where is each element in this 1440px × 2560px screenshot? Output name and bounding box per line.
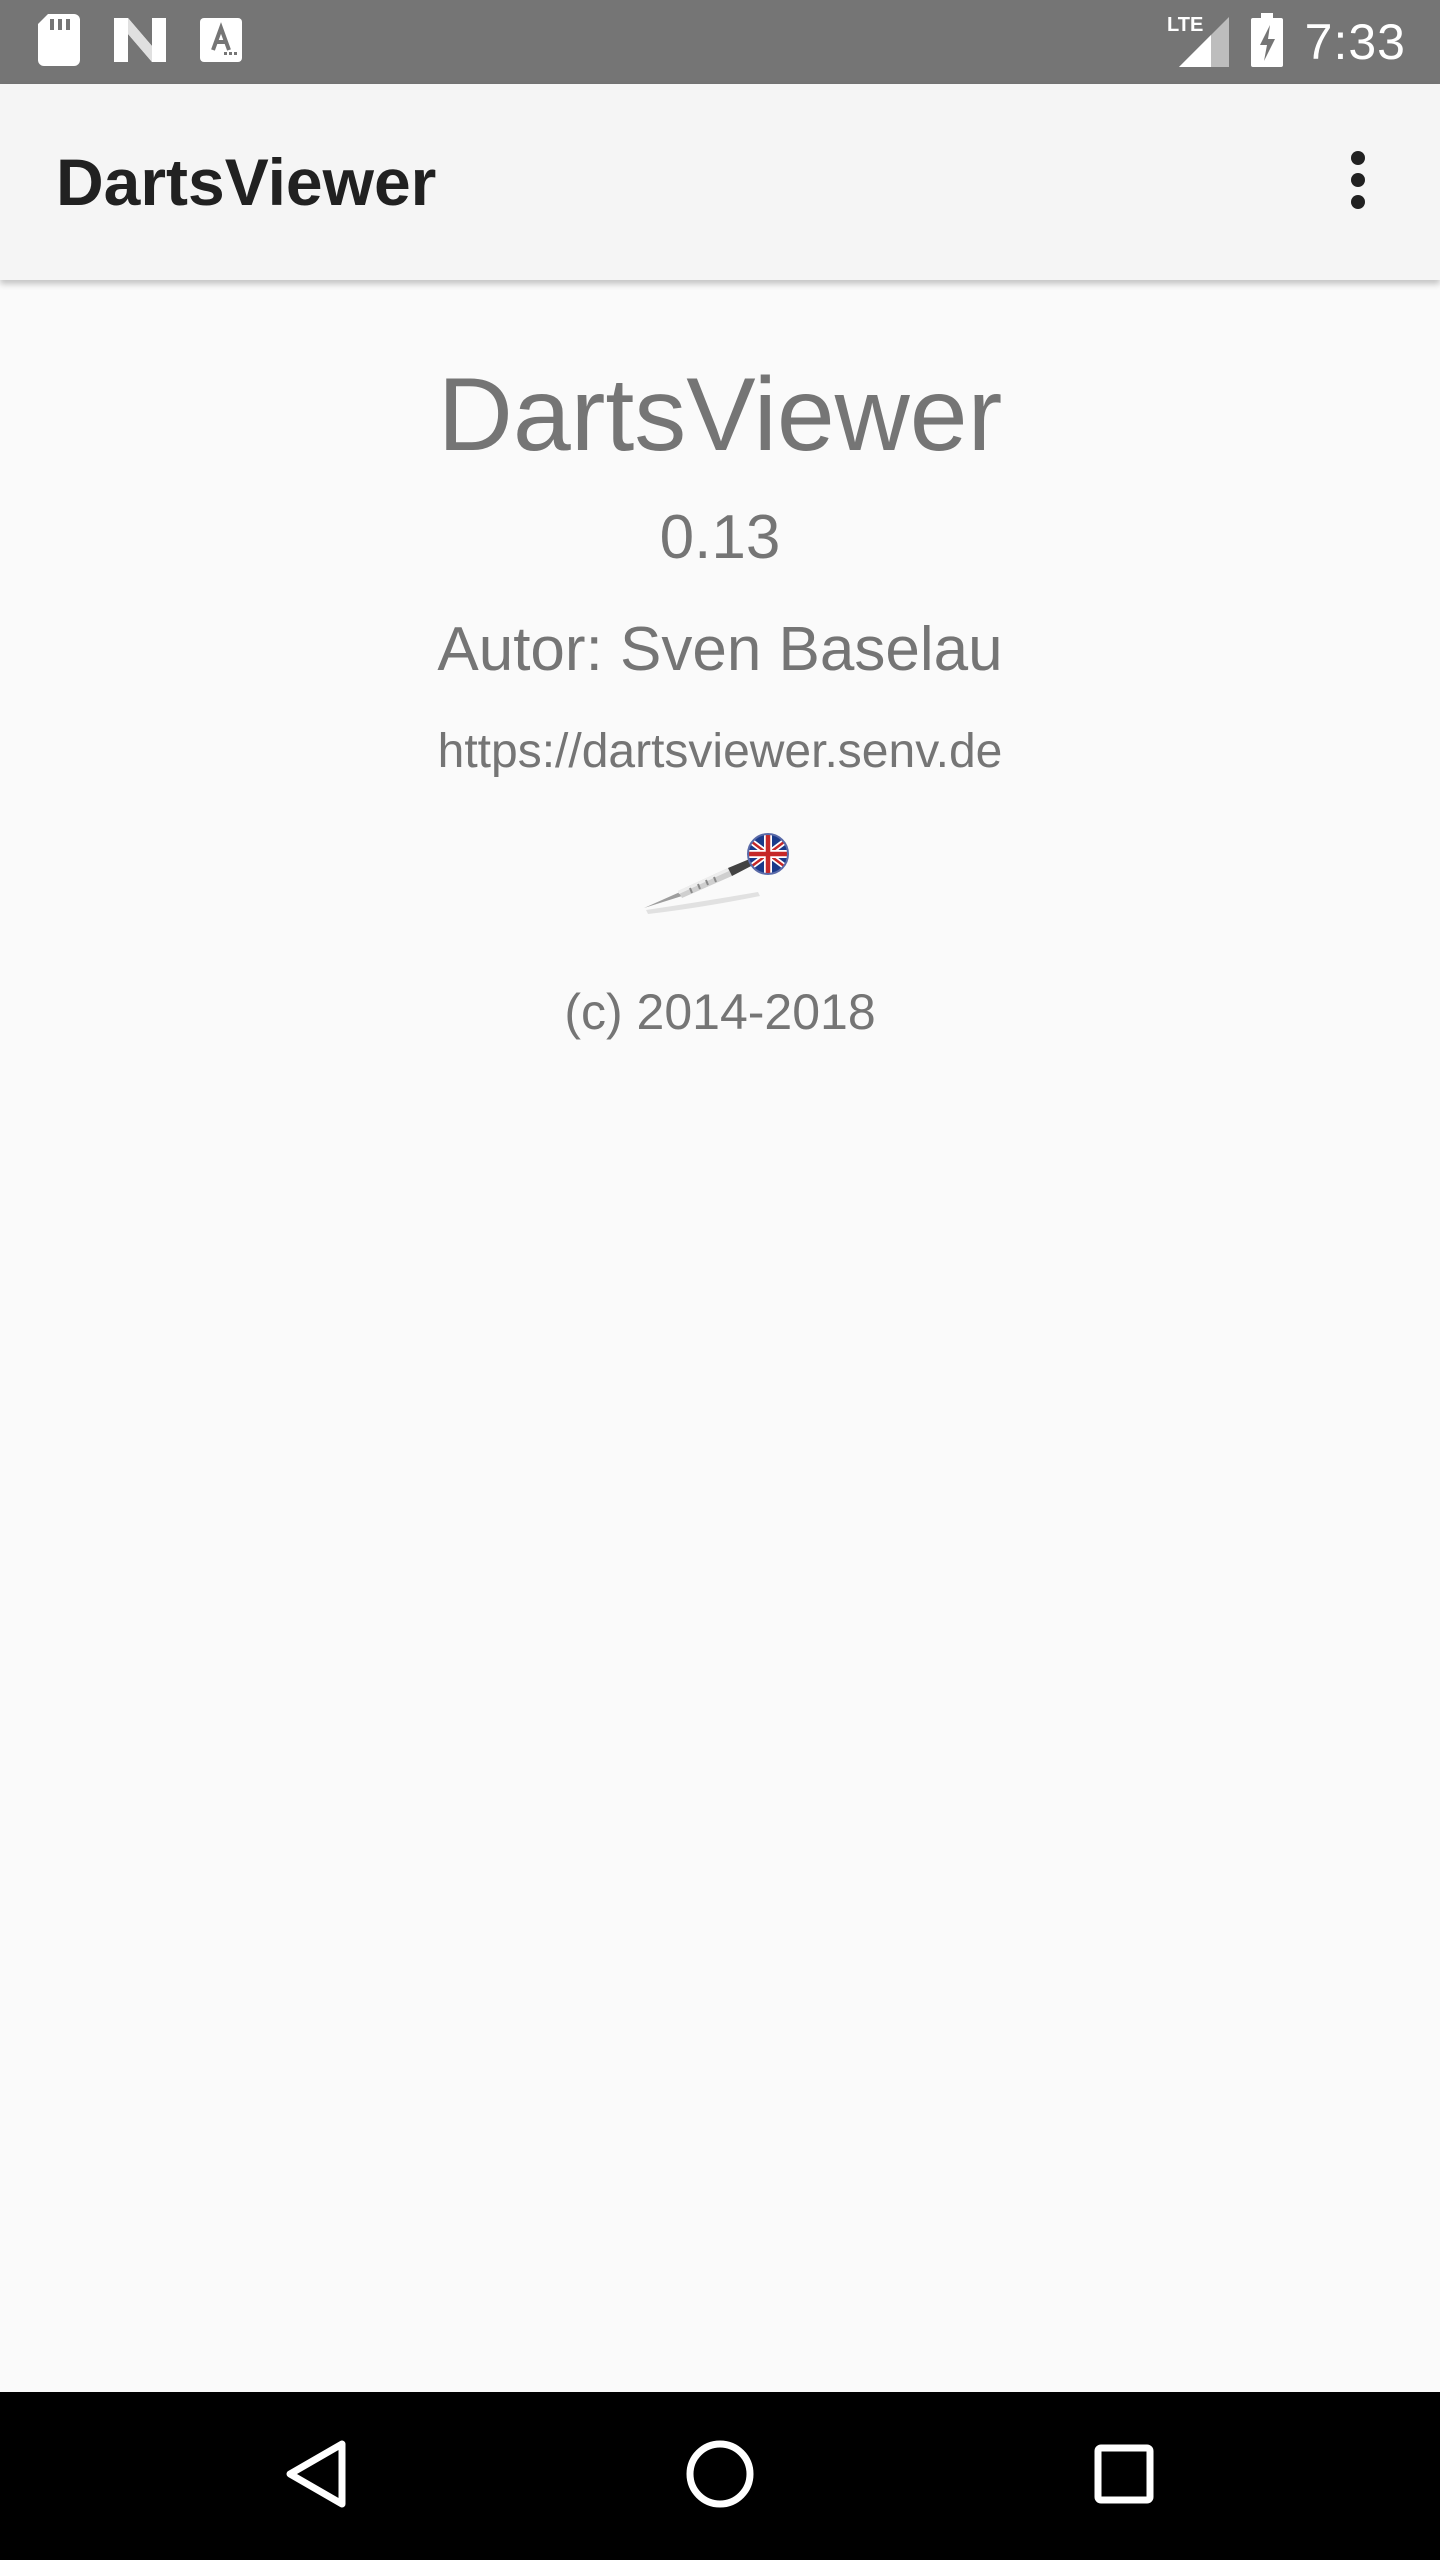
lte-signal-icon: LTE	[1167, 13, 1229, 72]
svg-text:LTE: LTE	[1167, 14, 1203, 36]
sd-card-icon	[38, 13, 80, 71]
battery-charging-icon	[1250, 12, 1283, 72]
nav-back-button[interactable]	[256, 2416, 376, 2536]
status-left-icons	[38, 13, 242, 71]
nav-recents-button[interactable]	[1064, 2416, 1184, 2536]
about-app-name: DartsViewer	[437, 357, 1003, 473]
about-copyright: (c) 2014-2018	[564, 984, 876, 1040]
screen: LTE 7:33 DartsViewer DartsViewer 0.13 Au…	[0, 0, 1440, 2560]
about-website-link[interactable]: https://dartsviewer.senv.de	[0, 720, 1440, 784]
font-a-icon	[200, 17, 242, 67]
dart-icon	[640, 822, 800, 922]
recents-icon	[1094, 2444, 1154, 2509]
status-time: 7:33	[1304, 14, 1406, 70]
status-bar: LTE 7:33	[0, 0, 1440, 84]
status-right-icons: LTE 7:33	[1167, 10, 1406, 74]
app-bar-title: DartsViewer	[56, 145, 437, 219]
overflow-menu-button[interactable]	[1310, 134, 1406, 230]
home-icon	[685, 2439, 755, 2514]
n-logo-icon	[114, 17, 166, 67]
about-version: 0.13	[659, 503, 781, 572]
back-icon	[284, 2438, 348, 2515]
app-bar: DartsViewer	[0, 84, 1440, 280]
about-content: DartsViewer 0.13 Autor: Sven Baselau htt…	[0, 280, 1440, 2390]
nav-home-button[interactable]	[660, 2416, 780, 2536]
navigation-bar	[0, 2392, 1440, 2560]
more-vert-icon	[1348, 150, 1368, 215]
about-author: Autor: Sven Baselau	[437, 615, 1003, 684]
